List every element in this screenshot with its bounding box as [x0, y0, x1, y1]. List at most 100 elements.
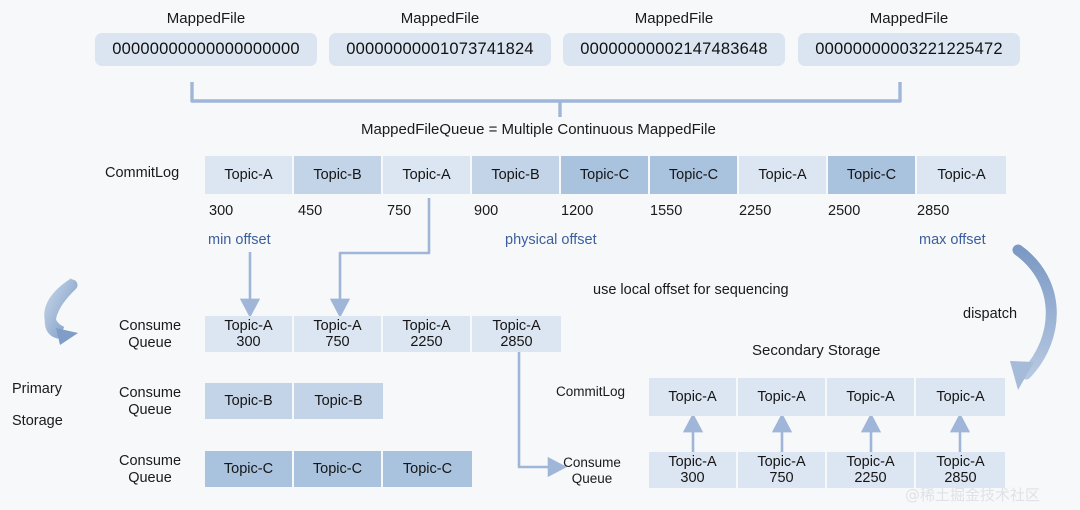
- commitlog-cell-topic: Topic-C: [846, 167, 897, 183]
- cq-cell-offset: 2250: [410, 334, 443, 350]
- dispatch-label: dispatch: [963, 306, 1018, 322]
- consume-queue-row: Topic-B Topic-B: [205, 383, 383, 419]
- secondary-commitlog-row: Topic-A Topic-A Topic-A Topic-A: [649, 378, 1005, 416]
- secondary-cq-label-line1: Consume: [563, 455, 621, 470]
- primary-storage-label-line2: Storage: [12, 413, 63, 429]
- consume-queue-cell[interactable]: Topic-A 2850: [472, 316, 561, 352]
- mappedfile-group: MappedFile 00000000002147483648: [563, 10, 785, 66]
- cq-cell-topic: Topic-C: [402, 461, 453, 477]
- consume-queue-label-line1: Consume: [118, 453, 182, 469]
- secondary-dispatch-arrows: [682, 413, 971, 452]
- mappedfile-group: MappedFile 00000000001073741824: [329, 10, 551, 66]
- commitlog-cell-topic: Topic-B: [313, 167, 362, 183]
- offset-750-connector: [329, 198, 431, 318]
- commitlog-cell[interactable]: Topic-B: [472, 156, 561, 194]
- cq-cell-topic: Topic-A: [313, 318, 362, 334]
- commitlog-cell[interactable]: Topic-B: [294, 156, 383, 194]
- cq-cell-topic: Topic-B: [224, 393, 273, 409]
- commitlog-cell[interactable]: Topic-C: [561, 156, 650, 194]
- commitlog-cell[interactable]: Topic-C: [828, 156, 917, 194]
- consume-queue-label-line2: Queue: [128, 470, 172, 486]
- consume-queue-cell[interactable]: Topic-C: [205, 451, 294, 487]
- commitlog-cell[interactable]: Topic-A: [827, 378, 916, 416]
- commitlog-cell[interactable]: Topic-A: [739, 156, 828, 194]
- min-offset-label: min offset: [208, 232, 271, 248]
- consume-queue-label: Consume Queue: [118, 318, 182, 352]
- cq-cell-topic: Topic-A: [936, 454, 985, 470]
- commitlog-cell[interactable]: Topic-A: [917, 156, 1006, 194]
- diagram-canvas: MappedFile 00000000000000000000 MappedFi…: [0, 0, 1080, 510]
- consume-queue-cell[interactable]: Topic-A 2250: [383, 316, 472, 352]
- commitlog-cell-topic: Topic-C: [668, 167, 719, 183]
- commitlog-cell-topic: Topic-A: [846, 389, 895, 405]
- commitlog-cell-topic: Topic-A: [937, 167, 986, 183]
- cq-cell-topic: Topic-C: [223, 461, 274, 477]
- secondary-consume-queue-row: Topic-A 300 Topic-A 750 Topic-A 2250 Top…: [649, 452, 1005, 488]
- consume-queue-cell[interactable]: Topic-B: [205, 383, 294, 419]
- offset-value: 2500: [828, 203, 861, 219]
- offset-value: 2250: [739, 203, 772, 219]
- consume-queue-label: Consume Queue: [118, 453, 182, 487]
- consume-queue-cell[interactable]: Topic-A 300: [205, 316, 294, 352]
- consume-queue-cell[interactable]: Topic-A 750: [738, 452, 827, 488]
- max-offset-label: max offset: [919, 232, 986, 248]
- physical-offset-label: physical offset: [505, 232, 597, 248]
- local-offset-connector: [517, 352, 567, 478]
- primary-storage-arc-arrow: [44, 278, 78, 345]
- consume-queue-label: Consume Queue: [118, 385, 182, 419]
- commitlog-cell[interactable]: Topic-A: [649, 378, 738, 416]
- offset-value: 450: [298, 203, 323, 219]
- mappedfile-row: MappedFile 00000000000000000000 MappedFi…: [0, 10, 1080, 85]
- commitlog-cell-topic: Topic-A: [402, 167, 451, 183]
- commitlog-cell[interactable]: Topic-C: [650, 156, 739, 194]
- cq-cell-offset: 2250: [854, 470, 887, 486]
- primary-storage-label: Primary Storage: [12, 373, 112, 437]
- commitlog-cell-topic: Topic-A: [936, 389, 985, 405]
- cq-cell-offset: 300: [680, 470, 705, 486]
- mappedfile-value[interactable]: 00000000001073741824: [329, 33, 551, 66]
- mappedfile-title: MappedFile: [634, 10, 714, 27]
- consume-queue-cell[interactable]: Topic-A 300: [649, 452, 738, 488]
- offset-value: 1550: [650, 203, 683, 219]
- consume-queue-cell[interactable]: Topic-A 2250: [827, 452, 916, 488]
- offset-value: 300: [209, 203, 234, 219]
- consume-queue-label-line2: Queue: [128, 402, 172, 418]
- cq-cell-topic: Topic-A: [224, 318, 273, 334]
- offset-value: 900: [474, 203, 499, 219]
- cq-cell-offset: 2850: [500, 334, 533, 350]
- cq-cell-topic: Topic-A: [492, 318, 541, 334]
- offset-value: 750: [387, 203, 412, 219]
- commitlog-cell-topic: Topic-B: [491, 167, 540, 183]
- secondary-consume-queue-label: Consume Queue: [560, 455, 624, 487]
- commitlog-cell[interactable]: Topic-A: [916, 378, 1005, 416]
- secondary-storage-title: Secondary Storage: [752, 342, 881, 359]
- mappedfile-title: MappedFile: [400, 10, 480, 27]
- mappedfile-group: MappedFile 00000000000000000000: [95, 10, 317, 66]
- mappedfile-value[interactable]: 00000000000000000000: [95, 33, 317, 66]
- mappedfile-title: MappedFile: [166, 10, 246, 27]
- consume-queue-label-line2: Queue: [128, 335, 172, 351]
- cq-cell-topic: Topic-C: [312, 461, 363, 477]
- mappedfilequeue-bracket: [190, 82, 902, 117]
- cq-cell-topic: Topic-A: [846, 454, 895, 470]
- commitlog-cell-topic: Topic-A: [224, 167, 273, 183]
- commitlog-cell-topic: Topic-C: [579, 167, 630, 183]
- consume-queue-cell[interactable]: Topic-B: [294, 383, 383, 419]
- secondary-commitlog-label: CommitLog: [556, 384, 626, 399]
- mappedfilequeue-caption: MappedFileQueue = Multiple Continuous Ma…: [361, 121, 716, 138]
- consume-queue-cell[interactable]: Topic-C: [294, 451, 383, 487]
- mappedfile-value[interactable]: 00000000003221225472: [798, 33, 1020, 66]
- consume-queue-cell[interactable]: Topic-C: [383, 451, 472, 487]
- primary-commitlog-label: CommitLog: [105, 165, 180, 181]
- mappedfile-value[interactable]: 00000000002147483648: [563, 33, 785, 66]
- offset-value: 1200: [561, 203, 594, 219]
- primary-commitlog-row: Topic-A Topic-B Topic-A Topic-B Topic-C …: [205, 156, 1006, 194]
- consume-queue-cell[interactable]: Topic-A 750: [294, 316, 383, 352]
- commitlog-cell-topic: Topic-A: [668, 389, 717, 405]
- consume-queue-cell[interactable]: Topic-A 2850: [916, 452, 1005, 488]
- commitlog-cell[interactable]: Topic-A: [738, 378, 827, 416]
- commitlog-cell[interactable]: Topic-A: [383, 156, 472, 194]
- cq-cell-offset: 750: [325, 334, 350, 350]
- commitlog-cell[interactable]: Topic-A: [205, 156, 294, 194]
- consume-queue-row: Topic-C Topic-C Topic-C: [205, 451, 472, 487]
